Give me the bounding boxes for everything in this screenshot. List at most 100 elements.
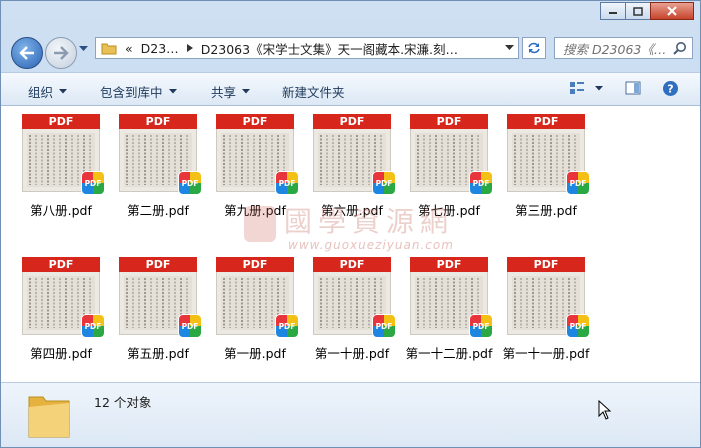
help-button[interactable]: ?	[662, 80, 679, 100]
minimize-icon	[609, 12, 617, 14]
pdf-app-icon: PDF	[81, 314, 105, 338]
pdf-app-icon: PDF	[469, 314, 493, 338]
file-list[interactable]: PDF PDF 第八册.pdf PDF PDF 第二册.pdf PDF PDF …	[1, 106, 700, 382]
chevron-right-icon[interactable]	[186, 44, 193, 52]
pdf-band: PDF	[313, 257, 391, 272]
file-item[interactable]: PDF PDF 第一册.pdf	[210, 257, 300, 362]
pdf-app-icon: PDF	[275, 314, 299, 338]
pdf-app-icon: PDF	[178, 314, 202, 338]
organize-label: 组织	[28, 85, 54, 100]
search-icon[interactable]	[673, 41, 687, 55]
pdf-band: PDF	[507, 257, 585, 272]
recent-pages-dropdown[interactable]	[79, 46, 88, 52]
refresh-icon	[528, 42, 540, 54]
pdf-band: PDF	[119, 114, 197, 129]
pdf-thumbnail: PDF PDF	[216, 114, 299, 195]
explorer-window: « D23… D23063《宋学士文集》天一阁藏本.宋濂.刻… 组织 包含到库中…	[0, 0, 701, 448]
pdf-app-icon: PDF	[275, 171, 299, 195]
file-name: 第一十二册.pdf	[405, 346, 493, 361]
pdf-app-icon: PDF	[372, 314, 396, 338]
minimize-button[interactable]	[600, 2, 626, 20]
chevron-down-icon	[59, 89, 68, 94]
file-name: 第一十一册.pdf	[502, 346, 590, 361]
maximize-button[interactable]	[625, 2, 651, 20]
include-in-library-menu[interactable]: 包含到库中	[100, 82, 177, 101]
pdf-band: PDF	[119, 257, 197, 272]
search-box[interactable]	[554, 37, 693, 59]
title-bar	[1, 1, 700, 31]
pdf-band: PDF	[410, 257, 488, 272]
window-controls	[600, 2, 694, 20]
view-grid-icon	[570, 82, 584, 94]
search-input[interactable]	[561, 39, 673, 59]
preview-pane-button[interactable]	[625, 80, 641, 99]
watermark-text: 國學資源網	[284, 205, 455, 238]
file-name: 第二册.pdf	[127, 203, 189, 218]
arrow-left-icon	[19, 46, 34, 60]
pdf-app-icon: PDF	[178, 171, 202, 195]
chevron-down-icon	[242, 89, 251, 94]
file-item[interactable]: PDF PDF 第三册.pdf	[501, 114, 591, 219]
breadcrumb-overflow[interactable]: «	[125, 41, 133, 56]
pdf-band: PDF	[22, 257, 100, 272]
address-bar[interactable]: « D23… D23063《宋学士文集》天一阁藏本.宋濂.刻…	[95, 37, 519, 59]
new-folder-button[interactable]: 新建文件夹	[282, 82, 345, 101]
file-item[interactable]: PDF PDF 第八册.pdf	[16, 114, 106, 219]
file-item[interactable]: PDF PDF 第二册.pdf	[113, 114, 203, 219]
pdf-app-icon: PDF	[566, 314, 590, 338]
maximize-icon	[633, 6, 643, 16]
breadcrumb-current[interactable]: D23063《宋学士文集》天一阁藏本.宋濂.刻…	[201, 39, 458, 58]
close-button[interactable]	[650, 2, 694, 20]
chevron-down-icon[interactable]	[595, 86, 603, 91]
file-item[interactable]: PDF PDF 第四册.pdf	[16, 257, 106, 362]
pdf-thumbnail: PDF PDF	[507, 257, 590, 338]
pdf-thumbnail: PDF PDF	[410, 114, 493, 195]
preview-pane-icon	[625, 81, 641, 95]
pdf-thumbnail: PDF PDF	[119, 114, 202, 195]
file-name: 第三册.pdf	[515, 203, 577, 218]
file-item[interactable]: PDF PDF 第五册.pdf	[113, 257, 203, 362]
pdf-app-icon: PDF	[81, 171, 105, 195]
pdf-thumbnail: PDF PDF	[313, 257, 396, 338]
folder-icon	[101, 43, 117, 55]
forward-button[interactable]	[45, 37, 77, 69]
pdf-thumbnail: PDF PDF	[216, 257, 299, 338]
item-count: 12 个对象	[94, 395, 152, 410]
file-name: 第四册.pdf	[30, 346, 92, 361]
arrow-right-icon	[54, 46, 69, 60]
pdf-thumbnail: PDF PDF	[507, 114, 590, 195]
pdf-thumbnail: PDF PDF	[313, 114, 396, 195]
file-name: 第八册.pdf	[30, 203, 92, 218]
pdf-band: PDF	[507, 114, 585, 129]
organize-menu[interactable]: 组织	[28, 82, 68, 101]
folder-icon	[28, 396, 70, 438]
chevron-down-icon	[168, 89, 177, 94]
pdf-thumbnail: PDF PDF	[22, 257, 105, 338]
chevron-down-icon[interactable]	[505, 45, 514, 51]
back-button[interactable]	[11, 37, 43, 69]
pdf-band: PDF	[22, 114, 100, 129]
file-item[interactable]: PDF PDF 第一十二册.pdf	[404, 257, 494, 362]
include-library-label: 包含到库中	[100, 85, 163, 100]
file-item[interactable]: PDF PDF 第一十一册.pdf	[501, 257, 591, 362]
share-menu[interactable]: 共享	[211, 82, 251, 101]
mouse-cursor-icon	[598, 400, 612, 420]
file-name: 第一册.pdf	[224, 346, 286, 361]
watermark-url: www.guoxueziyuan.com	[288, 238, 454, 252]
pdf-thumbnail: PDF PDF	[119, 257, 202, 338]
refresh-button[interactable]	[522, 37, 546, 59]
help-icon: ?	[663, 81, 678, 96]
pdf-band: PDF	[313, 114, 391, 129]
breadcrumb-parent[interactable]: D23…	[141, 41, 179, 56]
address-row: « D23… D23063《宋学士文集》天一阁藏本.宋濂.刻…	[1, 32, 700, 70]
pdf-thumbnail: PDF PDF	[410, 257, 493, 338]
pdf-thumbnail: PDF PDF	[22, 114, 105, 195]
file-name: 第五册.pdf	[127, 346, 189, 361]
new-folder-label: 新建文件夹	[282, 85, 345, 100]
status-bar: 12 个对象	[1, 382, 700, 447]
file-item[interactable]: PDF PDF 第一十册.pdf	[307, 257, 397, 362]
pdf-app-icon: PDF	[372, 171, 396, 195]
view-options-button[interactable]	[569, 80, 585, 99]
svg-text:?: ?	[667, 83, 673, 96]
pdf-band: PDF	[216, 114, 294, 129]
